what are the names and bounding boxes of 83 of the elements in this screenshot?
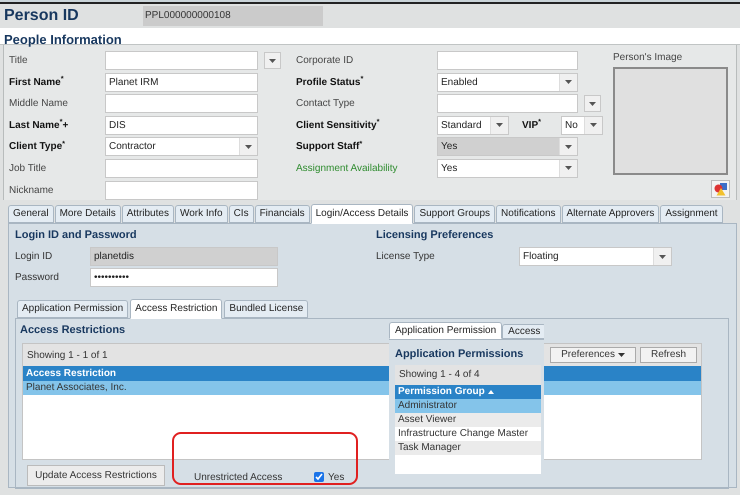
dropdown-field[interactable]: Enabled [437, 72, 578, 92]
field-label: Job Title [9, 162, 48, 176]
field-label: Middle Name [9, 97, 69, 112]
field-label: Nickname [9, 184, 54, 198]
dropdown-button[interactable] [584, 95, 601, 112]
shapes-icon [714, 182, 728, 196]
field-label: Login ID [15, 250, 54, 264]
caret-icon [565, 80, 572, 84]
toolbar-button[interactable]: Preferences [550, 347, 636, 363]
tab[interactable]: Financials [254, 205, 310, 223]
input-field[interactable]: DIS [105, 116, 258, 135]
section-title: People Information [4, 32, 122, 47]
field-label: Corporate ID [296, 54, 354, 68]
section-heading: Licensing Preferences [376, 228, 494, 243]
field-label: Contact Type [296, 97, 356, 112]
input-field[interactable] [105, 180, 258, 200]
field-label: Password [15, 271, 60, 285]
tab[interactable]: Access [502, 324, 544, 339]
tab[interactable]: Support Groups [414, 205, 496, 223]
tab[interactable]: Notifications [496, 205, 561, 223]
field-label: Client Sensitivity$^{*}$ [296, 118, 380, 133]
update-button[interactable]: Update Access Restrictions [27, 465, 165, 486]
tab[interactable]: Alternate Approvers [562, 205, 660, 223]
input-field[interactable] [437, 94, 578, 114]
page-title: Person ID [4, 6, 80, 26]
tab[interactable]: Attributes [122, 205, 174, 223]
sort-up-icon [488, 390, 494, 394]
field-label: Last Name$^{*}$+ [9, 118, 70, 133]
image-upload-button[interactable] [711, 180, 730, 198]
field-label: Support Staff$^{*}$ [296, 139, 364, 154]
person-id-field: PPL000000000108 [143, 6, 323, 26]
tab[interactable]: CIs [228, 205, 254, 223]
table-row[interactable]: Administrator [395, 399, 541, 413]
image-label: Person's Image [613, 51, 682, 65]
field-label: Profile Status$^{*}$ [296, 74, 364, 90]
checkbox[interactable] [314, 472, 324, 482]
dropdown-field[interactable]: Contractor [105, 137, 258, 156]
toolbar-button[interactable]: Refresh [640, 347, 697, 363]
tab[interactable]: Bundled License [224, 300, 308, 318]
input-field[interactable] [437, 51, 578, 70]
tab[interactable]: Access Restriction [130, 299, 222, 319]
checkbox-label: Yes [328, 470, 344, 484]
tab[interactable]: More Details [54, 205, 121, 223]
section-heading: Login ID and Password [15, 228, 137, 243]
caret-icon [565, 166, 572, 170]
field-label: License Type [376, 250, 436, 264]
field-label: Assignment Availability [296, 162, 399, 176]
tab[interactable]: General [8, 205, 54, 223]
field-label: Title [9, 54, 29, 68]
caret-icon [659, 254, 666, 258]
input-field[interactable] [105, 94, 258, 114]
tab[interactable]: Login/Access Details [310, 204, 414, 224]
input-field[interactable]: •••••••••• [90, 268, 278, 287]
tab[interactable]: Application Permission [17, 300, 128, 318]
caret-icon [496, 123, 503, 128]
dropdown-field[interactable]: Yes [437, 158, 578, 178]
dropdown-field[interactable]: No [561, 116, 603, 135]
column-header[interactable]: Permission Group [395, 385, 541, 399]
caret-icon [565, 144, 572, 149]
field-label: Client Type$^{*}$ [9, 139, 66, 154]
dropdown-button[interactable] [264, 52, 281, 69]
tab[interactable]: Work Info [174, 205, 228, 223]
input-field[interactable]: Planet IRM [105, 72, 258, 92]
record-count: Showing 1 - 4 of 4 [395, 365, 541, 385]
field-label: VIP$^{*}$ [522, 118, 542, 133]
input-field[interactable] [105, 158, 258, 178]
caret-icon [618, 353, 625, 357]
field-label: First Name$^{*}$ [9, 74, 65, 90]
caret-icon [589, 102, 596, 106]
caret-icon [245, 144, 252, 149]
caret-icon [269, 58, 276, 62]
table-row[interactable]: Asset Viewer [395, 413, 541, 427]
dropdown-field[interactable]: Standard [437, 116, 509, 135]
tab[interactable]: Assignment [660, 205, 723, 223]
tab[interactable]: Application Permission [389, 322, 502, 339]
section-heading: Access Restrictions [20, 323, 126, 338]
input-field[interactable] [105, 51, 258, 70]
dropdown-field[interactable]: Floating [519, 247, 672, 266]
table-row[interactable]: Task Manager [395, 441, 541, 455]
field-label: Unrestricted Access [194, 470, 284, 484]
record-count: Showing 1 - 1 of 1 [27, 348, 108, 362]
section-heading: Application Permissions [395, 347, 524, 362]
caret-icon [590, 123, 597, 128]
